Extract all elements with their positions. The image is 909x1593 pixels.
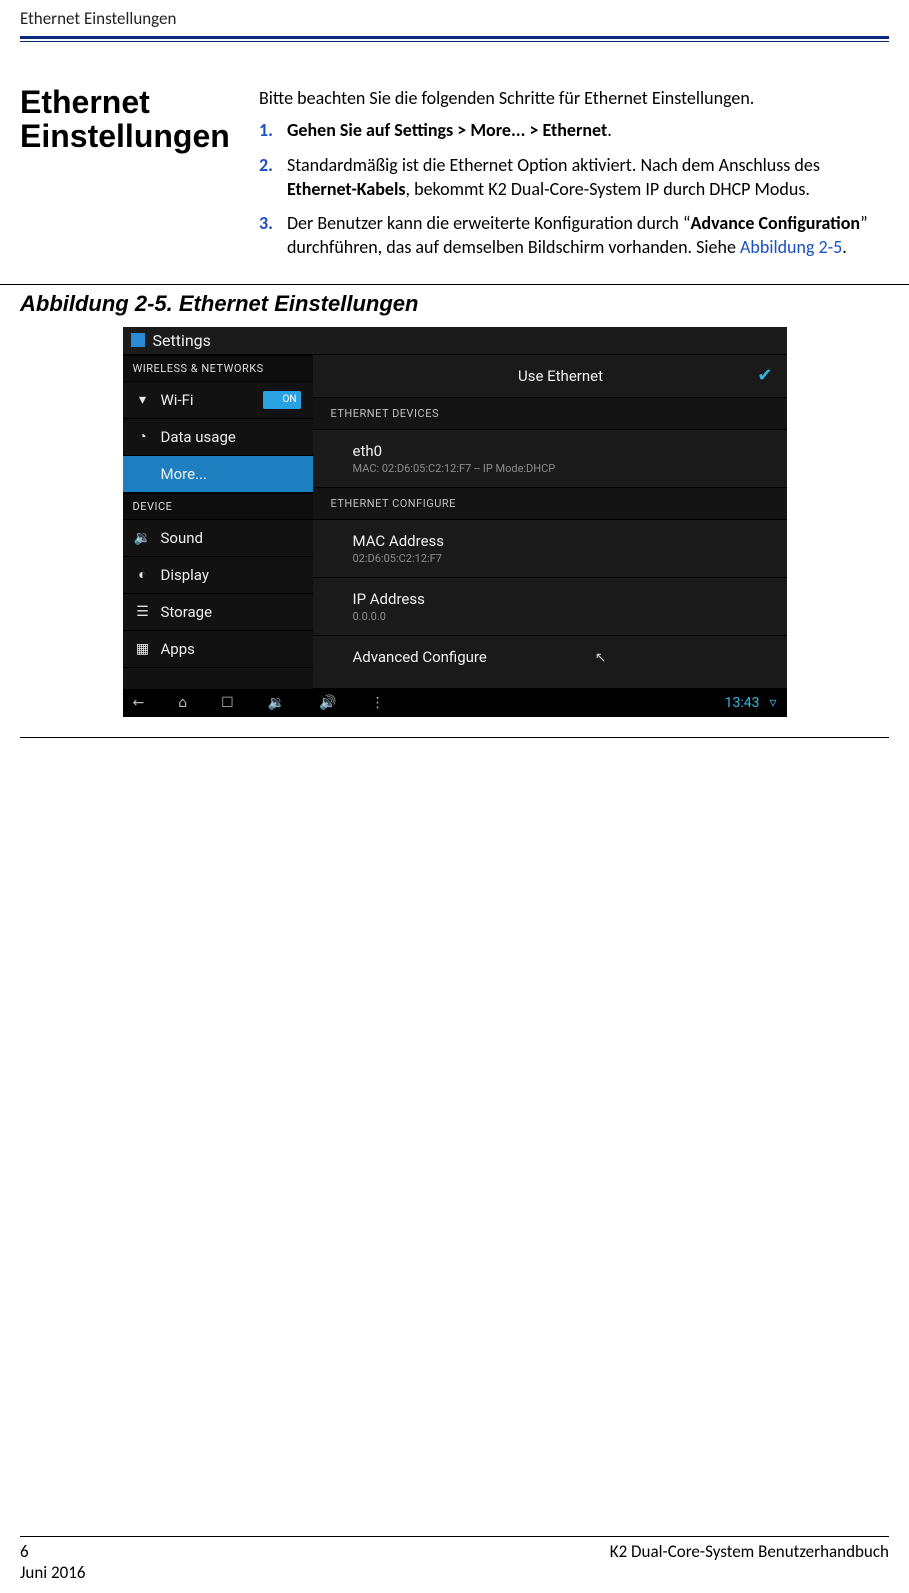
settings-icon bbox=[131, 333, 145, 347]
data-usage-icon: ◔ bbox=[135, 428, 151, 445]
step-bold: Ethernet-Kabels bbox=[287, 178, 406, 200]
sidebar-item-display[interactable]: ◐ Display bbox=[123, 557, 313, 594]
header-rule bbox=[20, 36, 889, 42]
page-number: 6 bbox=[20, 1541, 29, 1562]
eth0-sublabel: MAC: 02:D6:05:C2:12:F7 -- IP Mode:DHCP bbox=[353, 462, 769, 475]
eth0-label: eth0 bbox=[353, 442, 769, 460]
sound-icon: 🔉 bbox=[135, 530, 151, 546]
step-number: 1. bbox=[259, 118, 273, 142]
manual-title: K2 Dual-Core-System Benutzerhandbuch bbox=[610, 1541, 889, 1562]
sidebar-item-storage[interactable]: ☰ Storage bbox=[123, 594, 313, 631]
eth0-row[interactable]: eth0 MAC: 02:D6:05:C2:12:F7 -- IP Mode:D… bbox=[313, 430, 787, 488]
step-tail: . bbox=[842, 236, 847, 258]
nav-back-icon[interactable]: ← bbox=[133, 695, 145, 711]
sidebar-item-label: Data usage bbox=[161, 428, 301, 446]
ethernet-configure-header: ETHERNET CONFIGURE bbox=[313, 488, 787, 520]
sidebar-item-label: Apps bbox=[161, 640, 301, 658]
step-frag: , bekommt K2 Dual-Core-System IP durch D… bbox=[406, 178, 810, 200]
mac-address-row: MAC Address 02:D6:05:C2:12:F7 bbox=[313, 520, 787, 578]
nav-vol-down-icon[interactable]: 🔉 bbox=[268, 695, 285, 711]
intro-text: Bitte beachten Sie die folgenden Schritt… bbox=[259, 86, 889, 110]
nav-vol-up-icon[interactable]: 🔊 bbox=[319, 695, 336, 711]
display-icon: ◐ bbox=[135, 566, 151, 583]
section-heading: Ethernet Einstellungen bbox=[20, 86, 235, 270]
step-text: Standardmäßig ist die Ethernet Option ak… bbox=[287, 153, 889, 202]
app-titlebar: Settings bbox=[123, 327, 787, 355]
sidebar-item-label: More... bbox=[161, 465, 301, 483]
advanced-configure-label: Advanced Configure bbox=[353, 648, 769, 666]
step-bold: Advance Configuration bbox=[691, 212, 861, 234]
figure-screenshot: Settings WIRELESS & NETWORKS ▾ Wi-Fi ON … bbox=[123, 327, 787, 717]
storage-icon: ☰ bbox=[135, 604, 151, 620]
cursor-icon: ↖ bbox=[595, 650, 607, 666]
settings-sidebar: WIRELESS & NETWORKS ▾ Wi-Fi ON ◔ Data us… bbox=[123, 355, 313, 689]
nav-recent-icon[interactable]: ☐ bbox=[221, 695, 234, 711]
wifi-switch[interactable]: ON bbox=[263, 391, 301, 409]
step-number: 3. bbox=[259, 211, 273, 260]
sidebar-item-label: Sound bbox=[161, 529, 301, 547]
settings-detail-pane: Use Ethernet ✔ ETHERNET DEVICES eth0 MAC… bbox=[313, 355, 787, 689]
figure-rule-bottom bbox=[20, 737, 889, 738]
android-navbar: ← ⌂ ☐ 🔉 🔊 ⋮ 13:43 ▿ bbox=[123, 689, 787, 717]
sidebar-item-more[interactable]: More... bbox=[123, 456, 313, 493]
ip-address-row: IP Address 0.0.0.0 bbox=[313, 578, 787, 636]
sidebar-section-device: DEVICE bbox=[123, 493, 313, 520]
figure-caption: Abbildung 2-5. Ethernet Einstellungen bbox=[20, 285, 889, 327]
sidebar-item-label: Display bbox=[161, 566, 301, 584]
mac-label: MAC Address bbox=[353, 532, 769, 550]
step-bold: Gehen Sie auf Settings > More... > Ether… bbox=[287, 119, 607, 141]
ip-value: 0.0.0.0 bbox=[353, 610, 769, 623]
app-title: Settings bbox=[153, 331, 211, 350]
status-wifi-icon: ▿ bbox=[769, 695, 776, 711]
page-footer: 6 K2 Dual-Core-System Benutzerhandbuch J… bbox=[20, 1536, 889, 1583]
apps-icon: ▦ bbox=[135, 641, 151, 657]
nav-home-icon[interactable]: ⌂ bbox=[178, 695, 187, 711]
use-ethernet-label: Use Ethernet bbox=[518, 367, 603, 385]
ethernet-devices-header: ETHERNET DEVICES bbox=[313, 398, 787, 430]
running-head: Ethernet Einstellungen bbox=[20, 8, 176, 29]
advanced-configure-row[interactable]: Advanced Configure ↖ bbox=[313, 636, 787, 689]
status-time: 13:43 bbox=[725, 695, 760, 711]
step-text: Der Benutzer kann die erweiterte Konfigu… bbox=[287, 211, 889, 260]
sidebar-item-label: Storage bbox=[161, 603, 301, 621]
wifi-icon: ▾ bbox=[135, 392, 151, 408]
figure-link[interactable]: Abbildung 2-5 bbox=[740, 236, 842, 258]
checkmark-icon: ✔ bbox=[757, 365, 772, 386]
sidebar-item-sound[interactable]: 🔉 Sound bbox=[123, 520, 313, 557]
step-number: 2. bbox=[259, 153, 273, 202]
mac-value: 02:D6:05:C2:12:F7 bbox=[353, 552, 769, 565]
sidebar-item-label: Wi-Fi bbox=[161, 391, 253, 409]
sidebar-item-data-usage[interactable]: ◔ Data usage bbox=[123, 419, 313, 456]
page-date: Juni 2016 bbox=[20, 1562, 86, 1583]
footer-rule bbox=[20, 1536, 889, 1537]
step-tail: . bbox=[607, 119, 612, 141]
step-text: Gehen Sie auf Settings > More... > Ether… bbox=[287, 118, 889, 142]
step-frag: Der Benutzer kann die erweiterte Konfigu… bbox=[287, 212, 691, 234]
sidebar-item-wifi[interactable]: ▾ Wi-Fi ON bbox=[123, 382, 313, 419]
sidebar-item-apps[interactable]: ▦ Apps bbox=[123, 631, 313, 668]
ip-label: IP Address bbox=[353, 590, 769, 608]
step-frag: Standardmäßig ist die Ethernet Option ak… bbox=[287, 154, 820, 176]
use-ethernet-row[interactable]: Use Ethernet ✔ bbox=[313, 355, 787, 398]
nav-menu-icon[interactable]: ⋮ bbox=[371, 695, 385, 711]
sidebar-section-wireless: WIRELESS & NETWORKS bbox=[123, 355, 313, 382]
